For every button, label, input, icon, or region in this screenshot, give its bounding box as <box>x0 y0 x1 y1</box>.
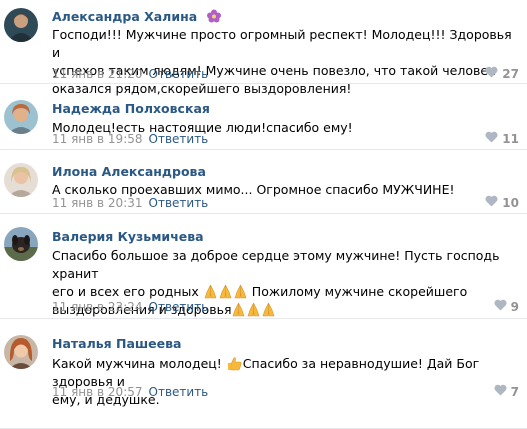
avatar-dog-icon[interactable] <box>4 227 38 261</box>
avatar-portrait-icon[interactable] <box>4 8 38 42</box>
comment-author[interactable]: Илона Александрова <box>52 164 206 179</box>
comment-item: Илона Александрова А сколько проехавших … <box>0 150 527 214</box>
comment-date[interactable]: 11 янв в 21:20 <box>52 67 143 81</box>
comment-author[interactable]: Валерия Кузьмичева <box>52 229 204 244</box>
avatar-portrait-icon[interactable] <box>4 100 38 134</box>
reply-button[interactable]: Ответить <box>149 67 209 81</box>
comment-author[interactable]: Наталья Пашеева <box>52 336 182 351</box>
comment-line: Спасибо большое за доброе сердце этому м… <box>52 248 500 281</box>
comment-line: его и всех его родных Пожилому мужчине с… <box>52 283 514 301</box>
like-button[interactable]: 9 <box>494 299 519 314</box>
comment-line-text: Пожилому мужчине скорейшего <box>251 284 468 299</box>
like-button[interactable]: 7 <box>494 384 519 399</box>
flower-icon <box>206 9 222 26</box>
heart-icon <box>485 66 498 81</box>
thumbs-up-icon <box>226 356 243 371</box>
comment-line-text: его и всех его родных <box>52 284 199 299</box>
comment-item: Наталья Пашеева Какой мужчина молодец! С… <box>0 319 527 429</box>
heart-icon <box>494 299 507 314</box>
reply-button[interactable]: Ответить <box>149 196 209 210</box>
like-button[interactable]: 27 <box>485 66 519 81</box>
comment-line-text: Какой мужчина молодец! <box>52 356 222 371</box>
comment-date[interactable]: 11 янв в 20:57 <box>52 385 143 399</box>
like-count: 7 <box>510 384 519 399</box>
comment-date[interactable]: 11 янв в 20:31 <box>52 196 143 210</box>
reply-button[interactable]: Ответить <box>149 300 209 314</box>
comment-author[interactable]: Надежда Полховская <box>52 101 210 116</box>
praying-hands-icon <box>231 302 276 317</box>
heart-icon <box>485 131 498 146</box>
like-count: 9 <box>510 299 519 314</box>
like-button[interactable]: 10 <box>485 195 519 210</box>
comment-item: Валерия Кузьмичева Спасибо большое за до… <box>0 214 527 319</box>
avatar-portrait-icon[interactable] <box>4 335 38 369</box>
heart-icon <box>494 384 507 399</box>
comment-item: Александра Халина Господи!!! Мужчине про… <box>0 0 527 96</box>
comment-date[interactable]: 11 янв в 19:58 <box>52 132 143 146</box>
like-button[interactable]: 11 <box>485 131 519 146</box>
comment-item: Надежда Полховская Молодец!есть настоящи… <box>0 84 527 150</box>
reply-button[interactable]: Ответить <box>149 385 209 399</box>
comment-line: Господи!!! Мужчине просто огромный респе… <box>52 27 512 60</box>
comment-date[interactable]: 11 янв в 23:24 <box>52 300 143 314</box>
heart-icon <box>485 195 498 210</box>
praying-hands-icon <box>203 284 248 299</box>
reply-button[interactable]: Ответить <box>149 132 209 146</box>
like-count: 10 <box>502 195 519 210</box>
comment-text: Какой мужчина молодец! Спасибо за неравн… <box>52 355 514 409</box>
like-count: 27 <box>502 66 519 81</box>
comment-author[interactable]: Александра Халина <box>52 9 197 24</box>
avatar-portrait-icon[interactable] <box>4 163 38 197</box>
like-count: 11 <box>502 131 519 146</box>
